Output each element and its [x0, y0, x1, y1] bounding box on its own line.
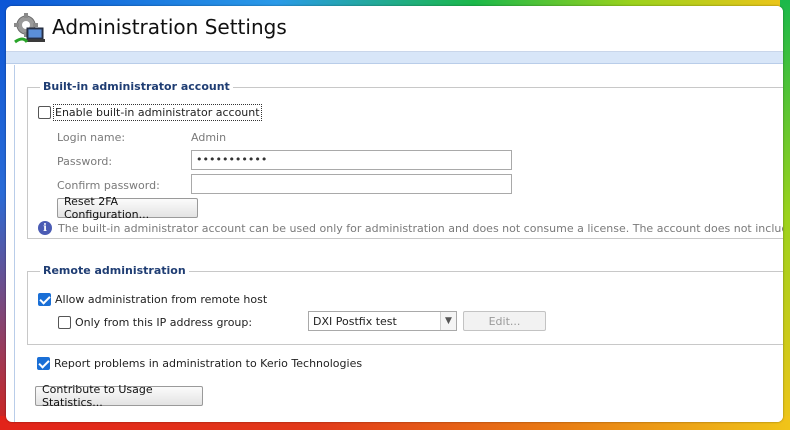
- enable-admin-row[interactable]: Enable built-in administrator account: [38, 104, 262, 121]
- edit-ip-group-button[interactable]: Edit...: [463, 311, 546, 331]
- builtin-admin-legend: Built-in administrator account: [40, 80, 233, 93]
- allow-remote-label[interactable]: Allow administration from remote host: [55, 293, 267, 306]
- only-ip-checkbox[interactable]: [58, 316, 71, 329]
- password-label-text: Password:: [57, 155, 113, 168]
- contribute-usage-button[interactable]: Contribute to Usage Statistics...: [35, 383, 203, 409]
- settings-window: Administration Settings Built-in adminis…: [6, 6, 783, 422]
- confirm-password-label-text: Confirm password:: [57, 179, 160, 192]
- login-name-value-text: Admin: [191, 131, 227, 144]
- report-problems-checkbox[interactable]: [37, 357, 50, 370]
- confirm-password-label: Confirm password:: [57, 179, 160, 192]
- title-bar: Administration Settings: [6, 6, 783, 52]
- ip-group-select[interactable]: DXI Postfix test ▼: [308, 311, 457, 331]
- password-label: Password:: [57, 155, 112, 168]
- page-title: Administration Settings: [52, 15, 287, 39]
- confirm-password-field[interactable]: [191, 174, 512, 194]
- only-ip-row[interactable]: Only from this IP address group:: [58, 316, 252, 329]
- login-name-label: Login name:: [57, 131, 125, 144]
- report-problems-row[interactable]: Report problems in administration to Ker…: [37, 357, 362, 370]
- ip-group-selected: DXI Postfix test: [313, 314, 397, 328]
- builtin-admin-group: Built-in administrator account Enable bu…: [27, 80, 783, 239]
- login-name-value: Admin: [191, 131, 226, 144]
- remote-admin-group: Remote administration Allow administrati…: [27, 264, 783, 345]
- info-icon: i: [38, 221, 52, 235]
- remote-admin-legend: Remote administration: [40, 264, 189, 277]
- enable-admin-label[interactable]: Enable built-in administrator account: [53, 104, 262, 121]
- settings-content: Built-in administrator account Enable bu…: [14, 65, 783, 422]
- allow-remote-checkbox[interactable]: [38, 293, 51, 306]
- admin-settings-icon: [14, 13, 45, 44]
- info-row: i The built-in administrator account can…: [38, 221, 783, 235]
- enable-admin-checkbox[interactable]: [38, 106, 51, 119]
- chevron-down-icon[interactable]: ▼: [440, 312, 456, 330]
- info-text: The built-in administrator account can b…: [58, 221, 783, 235]
- only-ip-label[interactable]: Only from this IP address group:: [75, 316, 252, 329]
- report-problems-label[interactable]: Report problems in administration to Ker…: [54, 357, 362, 370]
- reset-2fa-button[interactable]: Reset 2FA Configuration...: [57, 195, 198, 221]
- header-strip: [6, 52, 783, 64]
- login-name-label-text: Login name:: [57, 131, 126, 144]
- password-field[interactable]: •••••••••••: [191, 150, 512, 170]
- allow-remote-row[interactable]: Allow administration from remote host: [38, 293, 267, 306]
